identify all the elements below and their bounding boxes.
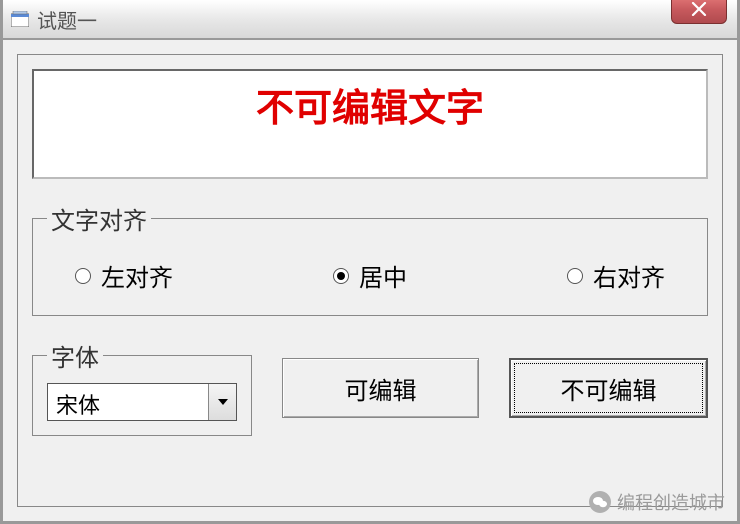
radio-icon — [567, 268, 583, 284]
font-legend: 字体 — [47, 338, 103, 373]
radio-right-align[interactable]: 右对齐 — [567, 258, 665, 293]
button-label: 可编辑 — [345, 371, 417, 406]
text-display: 不可编辑文字 — [32, 69, 708, 179]
alignment-group: 文字对齐 左对齐 居中 右对齐 — [32, 201, 708, 316]
close-icon — [691, 2, 707, 16]
bottom-row: 字体 宋体 可编辑 不可编辑 — [32, 338, 708, 436]
radio-left-align[interactable]: 左对齐 — [75, 258, 173, 293]
button-label: 不可编辑 — [561, 371, 657, 406]
radio-label: 居中 — [359, 258, 407, 293]
radio-label: 左对齐 — [101, 258, 173, 293]
wechat-icon — [589, 491, 611, 513]
combo-dropdown-button[interactable] — [208, 384, 236, 420]
radio-icon — [75, 268, 91, 284]
font-selected: 宋体 — [48, 384, 208, 420]
text-display-value: 不可编辑文字 — [256, 88, 484, 130]
window: 试题一 不可编辑文字 文字对齐 左对齐 居中 — [0, 0, 740, 524]
font-group: 字体 宋体 — [32, 338, 252, 436]
font-combobox[interactable]: 宋体 — [47, 383, 237, 421]
readonly-button[interactable]: 不可编辑 — [509, 358, 708, 418]
alignment-options: 左对齐 居中 右对齐 — [47, 258, 693, 293]
radio-icon — [333, 268, 349, 284]
editable-button[interactable]: 可编辑 — [282, 358, 479, 418]
radio-center-align[interactable]: 居中 — [333, 258, 407, 293]
watermark-text: 编程创造城市 — [617, 489, 725, 515]
app-icon — [11, 11, 29, 27]
watermark: 编程创造城市 — [589, 489, 725, 515]
titlebar: 试题一 — [3, 0, 737, 40]
client-area: 不可编辑文字 文字对齐 左对齐 居中 右对齐 — [3, 40, 737, 521]
main-panel: 不可编辑文字 文字对齐 左对齐 居中 右对齐 — [17, 54, 723, 507]
close-button[interactable] — [671, 0, 727, 24]
chevron-down-icon — [217, 398, 229, 406]
alignment-legend: 文字对齐 — [47, 201, 151, 236]
radio-label: 右对齐 — [593, 258, 665, 293]
window-title: 试题一 — [37, 5, 97, 34]
